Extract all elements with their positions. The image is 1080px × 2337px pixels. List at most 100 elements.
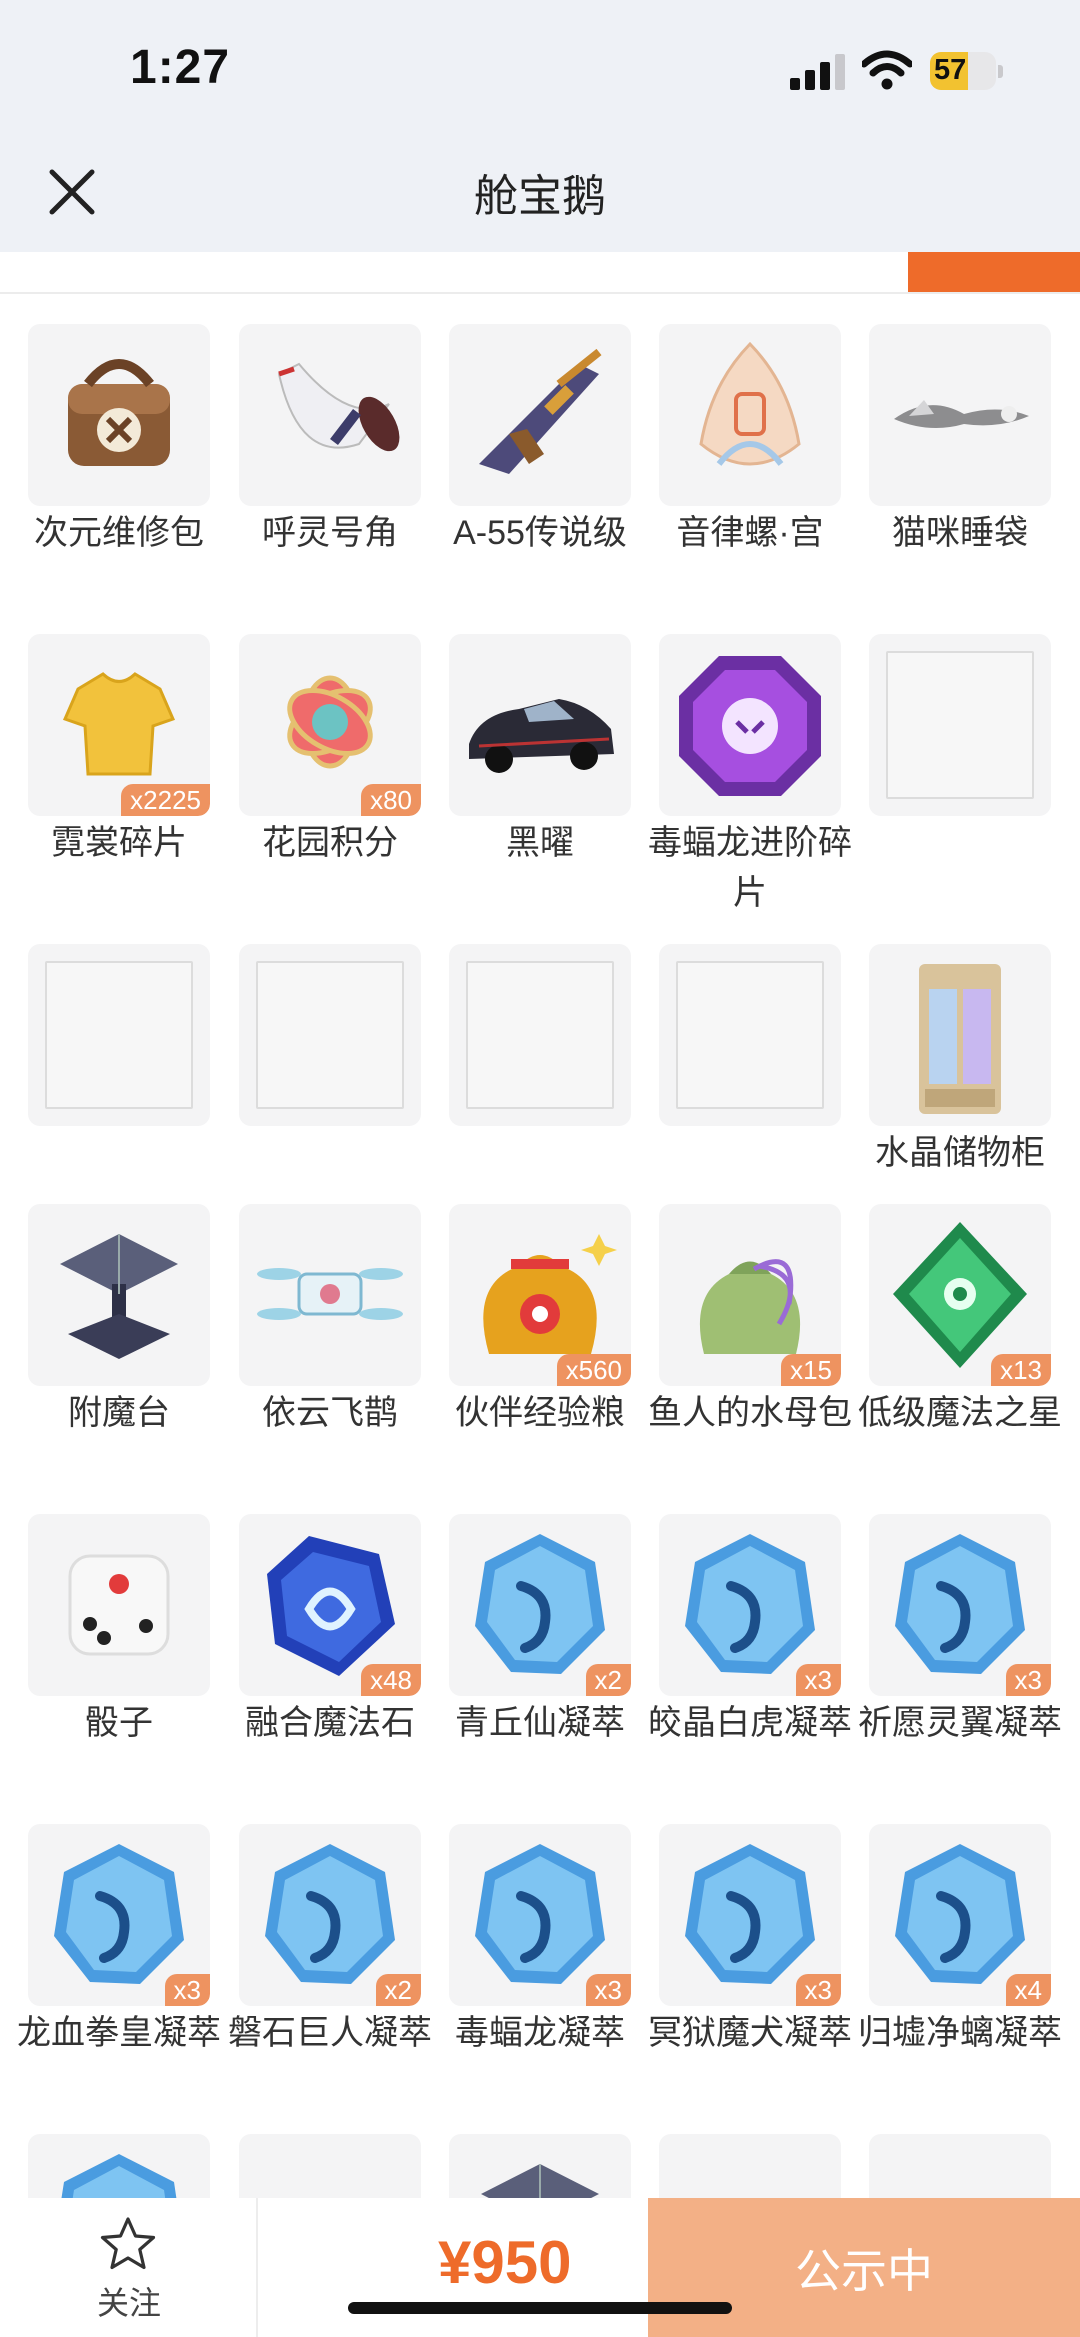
- item-label: 附魔台: [68, 1394, 170, 1432]
- item-tile[interactable]: x4: [869, 1824, 1051, 2006]
- item-tile[interactable]: [239, 944, 421, 1126]
- item-tile[interactable]: [28, 1514, 210, 1696]
- item-tile[interactable]: [659, 324, 841, 506]
- status-bar: 1:27 57: [0, 0, 1080, 130]
- quantity-badge: x80: [361, 784, 421, 816]
- star-icon: [100, 2217, 156, 2270]
- item-tile[interactable]: [449, 944, 631, 1126]
- item-label: 黑曜: [506, 824, 574, 862]
- cellular-signal-icon: [790, 54, 845, 90]
- enchant-table-icon: [481, 2164, 599, 2198]
- cat-sleeping-bag-icon: [894, 400, 1029, 428]
- tab-strip: [0, 252, 1080, 294]
- item-tile[interactable]: [28, 2134, 210, 2198]
- item-tile[interactable]: [28, 324, 210, 506]
- home-indicator[interactable]: [348, 2302, 732, 2314]
- item-grid: 次元维修包 呼灵号角 A-55传说级 音律螺·宫 猫咪睡袋 x2225 霓裳碎片 x80 花园积…: [0, 294, 1080, 2198]
- item-tile[interactable]: [869, 2134, 1051, 2198]
- blue-crystal-icon: [61, 2154, 177, 2198]
- item-label: 次元维修包: [34, 514, 204, 552]
- item-label: 磐石巨人凝萃: [228, 2014, 432, 2052]
- item-tile[interactable]: [28, 944, 210, 1126]
- follow-button[interactable]: 关注: [0, 2198, 258, 2337]
- item-tile[interactable]: [869, 324, 1051, 506]
- item-label: 音律螺·宫: [676, 514, 824, 552]
- quantity-badge: x15: [781, 1354, 841, 1386]
- item-tile[interactable]: x3: [449, 1824, 631, 2006]
- item-tile[interactable]: x2: [449, 1514, 631, 1696]
- status-time: 1:27: [130, 41, 231, 94]
- item-label: 冥狱魔犬凝萃: [648, 2014, 852, 2052]
- item-tile[interactable]: [869, 634, 1051, 816]
- item-label: 依云飞鹊: [262, 1394, 398, 1432]
- item-tile[interactable]: x48: [239, 1514, 421, 1696]
- dice-icon: [68, 1554, 170, 1656]
- quantity-badge: x3: [164, 1974, 210, 2006]
- crystal-cabinet-icon: [919, 964, 1001, 1114]
- item-tile[interactable]: [659, 2134, 841, 2198]
- item-tile[interactable]: x560: [449, 1204, 631, 1386]
- page-title: 舱宝鹅: [474, 172, 606, 221]
- cloud-item-icon: [869, 2134, 1051, 2198]
- quantity-badge: x2: [585, 1664, 631, 1696]
- quantity-badge: x4: [1005, 1974, 1051, 2006]
- quantity-badge: x48: [361, 1664, 421, 1696]
- item-tile[interactable]: x3: [869, 1514, 1051, 1696]
- item-tile[interactable]: x80: [239, 634, 421, 816]
- item-tile[interactable]: x3: [659, 1514, 841, 1696]
- item-tile[interactable]: [659, 634, 841, 816]
- item-label: 伙伴经验粮: [455, 1394, 625, 1432]
- quantity-badge: x3: [795, 1664, 841, 1696]
- item-tile[interactable]: [239, 1204, 421, 1386]
- item-label: A-55传说级: [453, 514, 627, 552]
- repair-bag-icon: [68, 359, 170, 466]
- quantity-badge: x2225: [121, 784, 210, 816]
- follow-label: 关注: [96, 2285, 161, 2321]
- nav-bar: 舱宝鹅: [0, 130, 1080, 252]
- item-tile[interactable]: [449, 634, 631, 816]
- item-label: 水晶储物柜: [875, 1134, 1045, 1172]
- battery-indicator: 57: [930, 52, 1004, 90]
- battery-percent: 57: [934, 54, 967, 86]
- item-tile[interactable]: [239, 324, 421, 506]
- item-label: 龙血拳皇凝萃: [17, 2014, 221, 2052]
- rifle-icon: [479, 348, 602, 474]
- item-tile[interactable]: x2: [239, 1824, 421, 2006]
- placeholder-icon: [45, 961, 193, 1109]
- quantity-badge: x2: [375, 1974, 421, 2006]
- placeholder-icon: [256, 961, 404, 1109]
- item-tile[interactable]: x2225: [28, 634, 210, 816]
- item-tile[interactable]: x15: [659, 1204, 841, 1386]
- price-area: ¥950: [258, 2198, 648, 2337]
- placeholder-icon: [676, 961, 824, 1109]
- item-label: 毒蝠龙进阶碎片: [648, 824, 852, 912]
- item-label: 毒蝠龙凝萃: [455, 2014, 625, 2052]
- item-tile[interactable]: [449, 324, 631, 506]
- wifi-icon: [862, 50, 912, 90]
- drone-icon: [257, 1268, 403, 1320]
- tab-indicator[interactable]: [908, 252, 1080, 292]
- item-tile[interactable]: [449, 2134, 631, 2198]
- placeholder-icon: [466, 961, 614, 1109]
- status-button[interactable]: 公示中: [648, 2198, 1080, 2337]
- item-label: 青丘仙凝萃: [455, 1704, 625, 1742]
- car-icon: [469, 699, 614, 773]
- quantity-badge: x560: [556, 1354, 631, 1386]
- item-tile[interactable]: [28, 1204, 210, 1386]
- quantity-badge: x13: [991, 1354, 1051, 1386]
- status-label: 公示中: [795, 2244, 933, 2297]
- item-tile[interactable]: x3: [659, 1824, 841, 2006]
- item-tile[interactable]: [659, 944, 841, 1126]
- item-label: 皎晶白虎凝萃: [648, 1704, 852, 1742]
- quantity-badge: x3: [1005, 1664, 1051, 1696]
- conch-icon: [699, 341, 801, 466]
- item-tile[interactable]: [869, 944, 1051, 1126]
- quantity-badge: x3: [795, 1974, 841, 2006]
- item-tile[interactable]: [239, 2134, 421, 2198]
- item-label: 融合魔法石: [245, 1704, 415, 1742]
- item-label: 祈愿灵翼凝萃: [858, 1704, 1062, 1742]
- horn-icon: [277, 362, 400, 452]
- item-label: 猫咪睡袋: [892, 514, 1028, 552]
- item-tile[interactable]: x3: [28, 1824, 210, 2006]
- item-tile[interactable]: x13: [869, 1204, 1051, 1386]
